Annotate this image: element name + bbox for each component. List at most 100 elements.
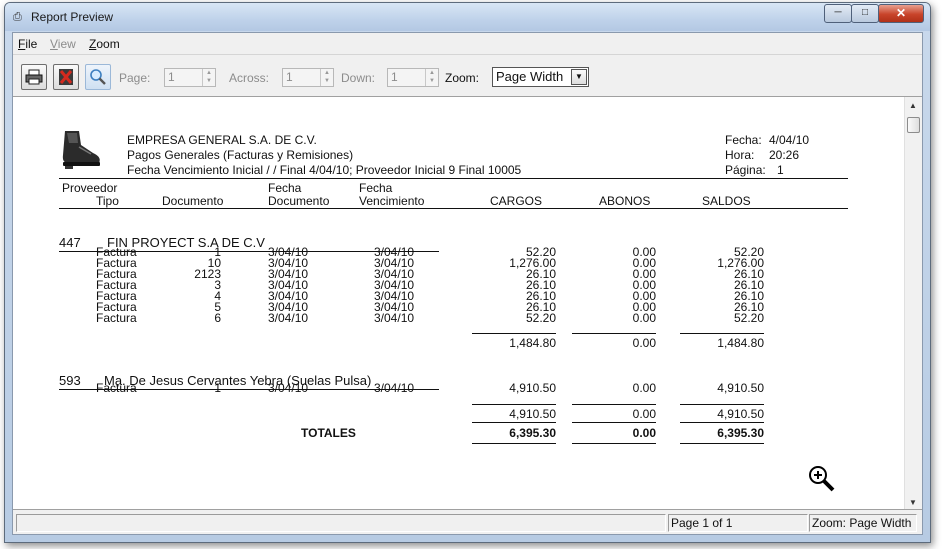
col-fecha-venc-1: Fecha [359,181,393,195]
minimize-button[interactable]: ─ [824,4,852,23]
row-tipo: Factura [96,311,137,325]
zoom-in-cursor-icon [809,466,835,492]
col-saldos: SALDOS [702,194,751,208]
total-cargos: 6,395.30 [509,426,556,440]
window-title: Report Preview [31,10,114,24]
zoom-label: Zoom: [445,71,480,85]
row-cargos: 4,910.50 [509,381,556,395]
col-tipo: Tipo [96,194,119,208]
across-spinner[interactable]: 1 ▲ ▼ [282,68,334,87]
zoom-select[interactable]: Page Width ▼ [492,67,589,87]
pagina-label: Página: [725,163,766,177]
scroll-thumb[interactable] [907,117,920,133]
vertical-scrollbar[interactable]: ▲ ▼ [904,97,922,511]
printer-icon [25,69,43,85]
status-panel-page: Page 1 of 1 [668,514,808,532]
row-documento: 3 [214,278,221,292]
col-abonos: ABONOS [599,194,651,208]
status-panel-zoom: Zoom: Page Width [809,514,917,532]
chevron-down-icon[interactable]: ▼ [571,69,587,85]
title-bar[interactable]: ⎙ Report Preview ─ □ ✕ [5,3,930,31]
client-area: File View Zoom Page: 1 ▲ ▼ Across: 1 ▲ ▼… [12,32,923,535]
menu-zoom[interactable]: Zoom [89,37,120,51]
toolbar: Page: 1 ▲ ▼ Across: 1 ▲ ▼ Down: 1 ▲ ▼ Zoom:… [13,54,922,97]
subtotal-abonos: 0.00 [632,336,656,350]
down-label: Down: [341,71,376,85]
row-saldos: 4,910.50 [717,381,764,395]
totals-rule [680,422,764,423]
group-code: 593 [59,373,81,388]
row-abonos: 0.00 [632,381,656,395]
fecha-value: 4/04/10 [769,133,810,147]
status-panel-main [16,514,666,532]
hora-label: Hora: [725,148,755,162]
page-value: 1 [168,70,175,84]
spinner-arrows-icon[interactable]: ▲ ▼ [320,69,333,86]
close-preview-button[interactable] [53,64,79,90]
menu-file[interactable]: File [18,37,37,51]
totals-bottom-rule [572,443,656,444]
total-abonos: 0.00 [632,426,656,440]
page-spinner[interactable]: 1 ▲ ▼ [164,68,216,87]
printer-app-icon: ⎙ [13,11,22,23]
subtotal-saldos: 4,910.50 [717,407,764,421]
col-fecha-doc-1: Fecha [268,181,302,195]
status-bar: Page 1 of 1 Zoom: Page Width [13,509,922,534]
row-fecha-doc: 3/04/10 [268,381,309,395]
status-page: Page 1 of 1 [671,516,733,530]
magnifier-icon [90,69,106,85]
report-subtitle: Pagos Generales (Facturas y Remisiones) [127,148,354,162]
row-abonos: 0.00 [632,311,656,325]
spinner-arrows-icon[interactable]: ▲ ▼ [202,69,215,86]
row-fecha-venc: 3/04/10 [374,381,415,395]
col-cargos: CARGOS [490,194,543,208]
subtotal-rule [472,333,556,334]
report-viewport[interactable]: EMPRESA GENERAL S.A. DE C.V. Pagos Gener… [13,96,922,511]
total-saldos: 6,395.30 [717,426,764,440]
totals-label: TOTALES [301,426,356,440]
zoom-tool-button[interactable] [85,64,111,90]
print-button[interactable] [21,64,47,90]
subtotal-cargos: 4,910.50 [509,407,556,421]
close-button[interactable]: ✕ [878,4,924,23]
row-documento: 6 [214,311,221,325]
maximize-button[interactable]: □ [851,4,879,23]
down-spinner[interactable]: 1 ▲ ▼ [387,68,439,87]
menu-view[interactable]: View [50,37,76,51]
menu-bar: File View Zoom [13,33,922,53]
status-zoom: Zoom: Page Width [812,516,912,530]
report-criteria: Fecha Vencimiento Inicial / / Final 4/04… [127,163,522,177]
header-rule-top [59,178,848,179]
report-preview-window: ⎙ Report Preview ─ □ ✕ File View Zoom Pa… [4,2,931,543]
scroll-up-icon[interactable]: ▲ [909,101,917,110]
across-value: 1 [286,70,293,84]
shoe-logo-icon [62,131,100,169]
subtotal-saldos: 1,484.80 [717,336,764,350]
zoom-value: Page Width [496,69,564,84]
close-x-icon [59,69,73,85]
col-proveedor: Proveedor [62,181,118,195]
row-documento: 4 [214,289,221,303]
fecha-label: Fecha: [725,133,762,147]
subtotal-rule [572,333,656,334]
company-name: EMPRESA GENERAL S.A. DE C.V. [127,133,317,147]
subtotal-rule [680,404,764,405]
group-code: 447 [59,235,81,250]
scroll-down-icon[interactable]: ▼ [909,498,917,507]
subtotal-rule [572,404,656,405]
hora-value: 20:26 [769,148,800,162]
pagina-value: 1 [777,163,784,177]
col-fecha-doc-2: Documento [268,194,330,208]
header-rule-bottom [59,208,848,209]
totals-bottom-rule [472,443,556,444]
spinner-arrows-icon[interactable]: ▲ ▼ [425,69,438,86]
row-documento: 1 [214,381,221,395]
subtotal-rule [680,333,764,334]
col-fecha-venc-2: Vencimiento [359,194,425,208]
row-tipo: Factura [96,381,137,395]
row-documento: 2123 [194,267,221,281]
subtotal-rule [472,404,556,405]
subtotal-abonos: 0.00 [632,407,656,421]
totals-rule [472,422,556,423]
row-saldos: 52.20 [733,311,764,325]
